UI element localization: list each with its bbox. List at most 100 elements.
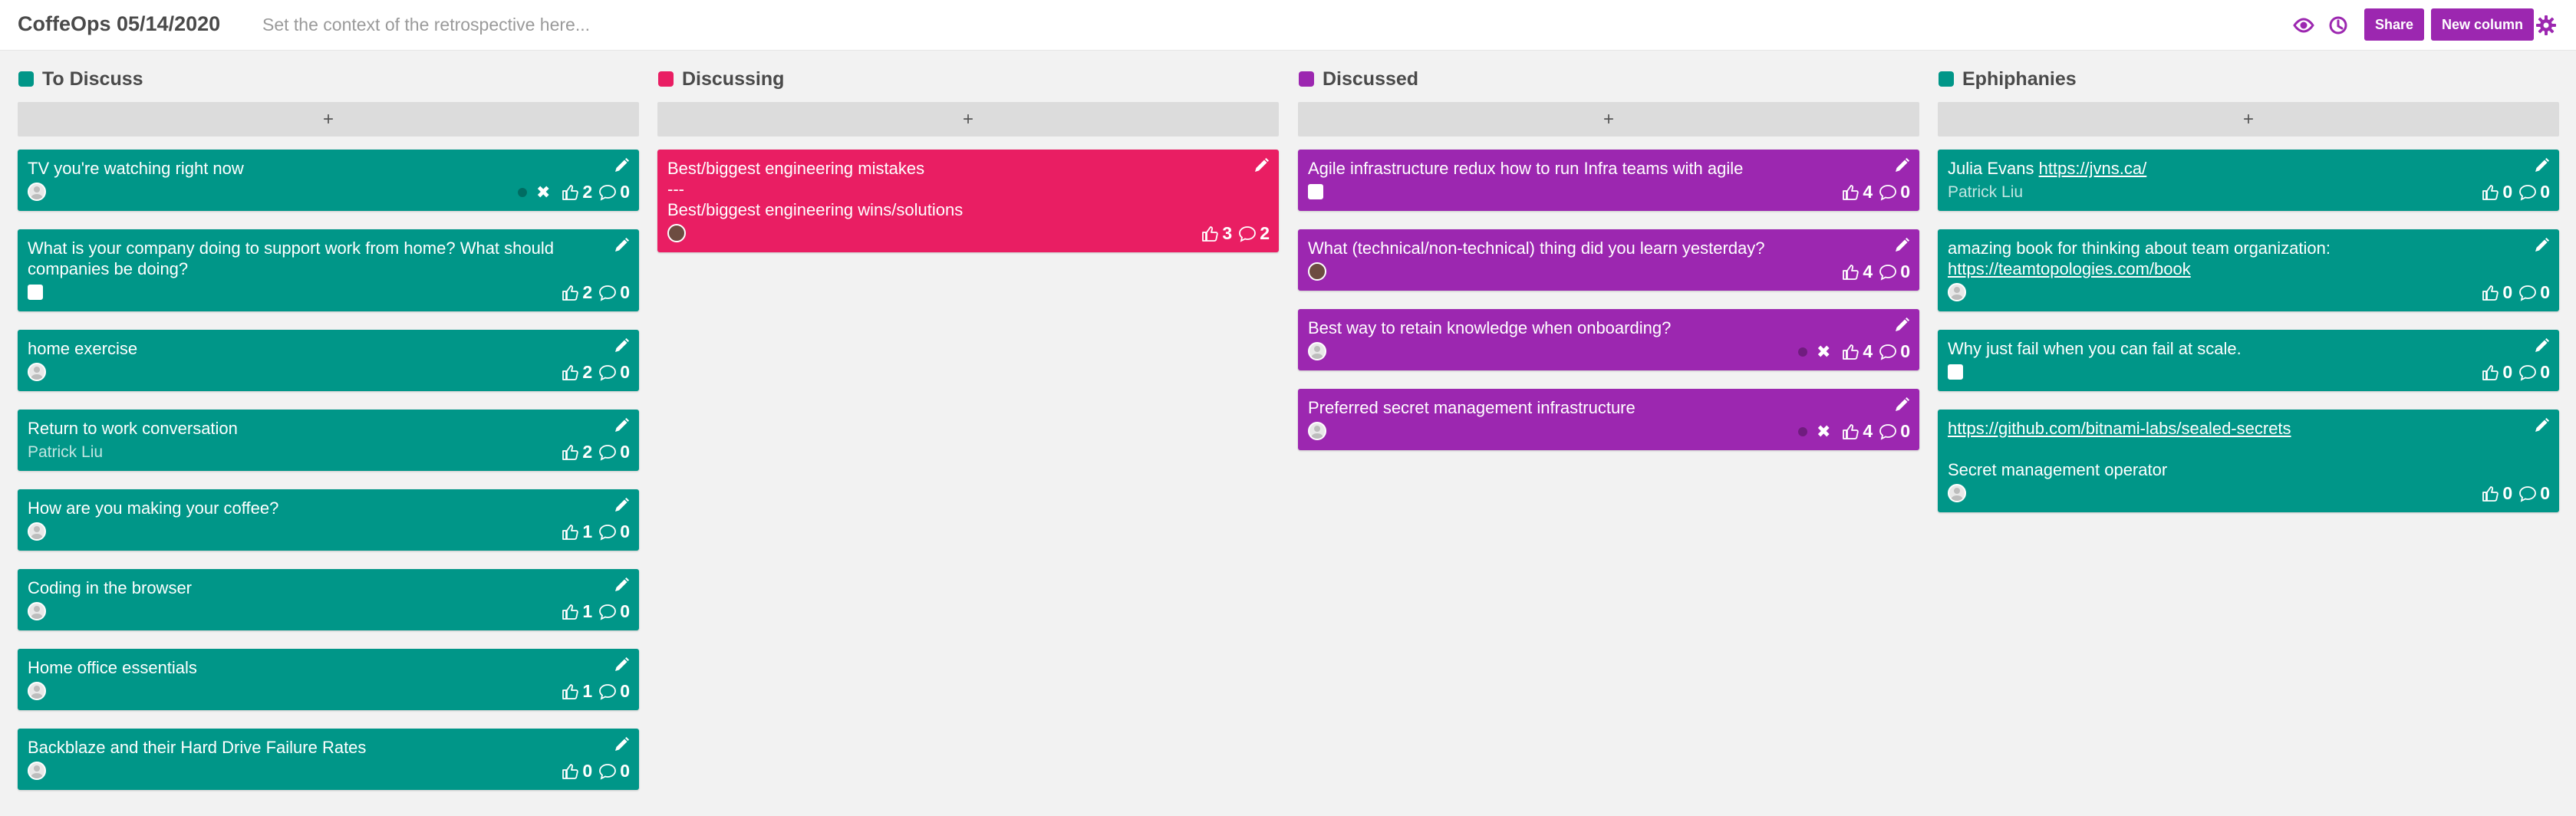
pencil-icon[interactable] bbox=[613, 337, 630, 354]
card-link[interactable]: https://github.com/bitnami-labs/sealed-s… bbox=[1948, 419, 2291, 438]
card-text-content: Why just fail when you can fail at scale… bbox=[1948, 339, 2242, 358]
thumbs-up-icon[interactable] bbox=[1841, 263, 1860, 281]
comment-icon[interactable] bbox=[2518, 485, 2537, 503]
card[interactable]: amazing book for thinking about team org… bbox=[1938, 229, 2559, 311]
pencil-icon[interactable] bbox=[1253, 157, 1270, 174]
thumbs-up-icon[interactable] bbox=[2481, 183, 2499, 202]
eye-icon[interactable] bbox=[2291, 12, 2317, 38]
card[interactable]: Home office essentials 1 0 bbox=[18, 649, 639, 710]
comment-icon[interactable] bbox=[598, 364, 617, 382]
new-column-button[interactable]: New column bbox=[2431, 8, 2535, 41]
comment-icon[interactable] bbox=[2518, 183, 2537, 202]
comment-count: 0 bbox=[620, 761, 630, 781]
history-icon[interactable] bbox=[2325, 12, 2351, 38]
thumbs-up-icon[interactable] bbox=[561, 284, 579, 302]
card[interactable]: Coding in the browser 1 0 bbox=[18, 569, 639, 630]
pencil-icon[interactable] bbox=[1893, 317, 1910, 334]
thumbs-up-icon[interactable] bbox=[561, 603, 579, 621]
thumbs-up-icon[interactable] bbox=[561, 183, 579, 202]
card[interactable]: Why just fail when you can fail at scale… bbox=[1938, 330, 2559, 391]
pencil-icon[interactable] bbox=[613, 577, 630, 594]
thumbs-up-icon[interactable] bbox=[561, 364, 579, 382]
pencil-icon[interactable] bbox=[1893, 237, 1910, 254]
card[interactable]: What (technical/non-technical) thing did… bbox=[1298, 229, 1919, 291]
close-icon[interactable]: ✖ bbox=[1817, 422, 1830, 442]
close-icon[interactable]: ✖ bbox=[536, 183, 550, 202]
comment-count: 0 bbox=[2540, 362, 2550, 382]
comment-icon[interactable] bbox=[2518, 364, 2537, 382]
card-link[interactable]: https://jvns.ca/ bbox=[2039, 159, 2147, 178]
comment-icon[interactable] bbox=[598, 762, 617, 781]
pencil-icon[interactable] bbox=[613, 417, 630, 434]
comment-icon[interactable] bbox=[598, 603, 617, 621]
card[interactable]: TV you're watching right now ✖ 2 0 bbox=[18, 150, 639, 211]
pencil-icon[interactable] bbox=[1893, 396, 1910, 413]
card-footer: Patrick Liu 2 0 bbox=[28, 440, 630, 463]
avatar-icon bbox=[28, 183, 46, 201]
thumbs-up-icon[interactable] bbox=[1841, 343, 1860, 361]
pencil-icon[interactable] bbox=[2533, 417, 2550, 434]
comment-icon[interactable] bbox=[1879, 343, 1897, 361]
add-card-button[interactable]: + bbox=[1938, 102, 2559, 137]
comment-icon[interactable] bbox=[1879, 263, 1897, 281]
pencil-icon[interactable] bbox=[613, 157, 630, 174]
comment-icon[interactable] bbox=[598, 284, 617, 302]
avatar-icon bbox=[1308, 422, 1326, 440]
context-input[interactable] bbox=[262, 11, 953, 38]
card[interactable]: Best/biggest engineering mistakes --- Be… bbox=[657, 150, 1279, 252]
add-card-button[interactable]: + bbox=[657, 102, 1279, 137]
card[interactable]: What is your company doing to support wo… bbox=[18, 229, 639, 311]
card-meta: 40 bbox=[1838, 262, 1910, 282]
gear-icon[interactable] bbox=[2533, 12, 2559, 38]
close-icon[interactable]: ✖ bbox=[1817, 342, 1830, 362]
card-text-content: TV you're watching right now bbox=[28, 159, 244, 178]
comment-icon[interactable] bbox=[2518, 284, 2537, 302]
card-text: Julia Evans https://jvns.ca/ bbox=[1948, 158, 2525, 179]
thumbs-up-icon[interactable] bbox=[2481, 364, 2499, 382]
card[interactable]: Backblaze and their Hard Drive Failure R… bbox=[18, 729, 639, 790]
thumbs-up-icon[interactable] bbox=[1841, 423, 1860, 441]
pencil-icon[interactable] bbox=[613, 656, 630, 673]
thumbs-up-icon[interactable] bbox=[561, 523, 579, 541]
comment-icon[interactable] bbox=[1879, 423, 1897, 441]
comment-icon[interactable] bbox=[1879, 183, 1897, 202]
card-text-content: amazing book for thinking about team org… bbox=[1948, 239, 2331, 258]
card-link[interactable]: https://teamtopologies.com/book bbox=[1948, 259, 2191, 278]
pencil-icon[interactable] bbox=[2533, 157, 2550, 174]
pencil-icon[interactable] bbox=[613, 736, 630, 753]
card-text-content: Return to work conversation bbox=[28, 419, 238, 438]
avatar-icon bbox=[667, 224, 686, 242]
comment-icon[interactable] bbox=[1238, 225, 1257, 243]
pencil-icon[interactable] bbox=[2533, 337, 2550, 354]
add-card-button[interactable]: + bbox=[18, 102, 639, 137]
pencil-icon[interactable] bbox=[2533, 237, 2550, 254]
card[interactable]: Preferred secret management infrastructu… bbox=[1298, 389, 1919, 450]
thumbs-up-icon[interactable] bbox=[2481, 485, 2499, 503]
share-button[interactable]: Share bbox=[2364, 8, 2425, 41]
add-card-button[interactable]: + bbox=[1298, 102, 1919, 137]
thumbs-up-icon[interactable] bbox=[1201, 225, 1219, 243]
card[interactable]: Return to work conversation Patrick Liu 2 0 bbox=[18, 410, 639, 471]
thumbs-up-icon[interactable] bbox=[2481, 284, 2499, 302]
thumbs-up-icon[interactable] bbox=[561, 443, 579, 462]
comment-icon[interactable] bbox=[598, 443, 617, 462]
card[interactable]: Julia Evans https://jvns.ca/Patrick Liu 0… bbox=[1938, 150, 2559, 211]
thumbs-up-icon[interactable] bbox=[1841, 183, 1860, 202]
card[interactable]: home exercise 2 0 bbox=[18, 330, 639, 391]
card[interactable]: https://github.com/bitnami-labs/sealed-s… bbox=[1938, 410, 2559, 512]
thumbs-up-icon[interactable] bbox=[561, 683, 579, 701]
thumbs-up-icon[interactable] bbox=[561, 762, 579, 781]
card[interactable]: Best way to retain knowledge when onboar… bbox=[1298, 309, 1919, 370]
card-footer: 00 bbox=[1948, 482, 2550, 505]
pencil-icon[interactable] bbox=[613, 237, 630, 254]
card[interactable]: How are you making your coffee? 1 0 bbox=[18, 489, 639, 551]
comment-icon[interactable] bbox=[598, 523, 617, 541]
pencil-icon[interactable] bbox=[613, 497, 630, 514]
pencil-icon[interactable] bbox=[1893, 157, 1910, 174]
card-text: Agile infrastructure redux how to run In… bbox=[1308, 158, 1886, 179]
card-text-content: How are you making your coffee? bbox=[28, 498, 279, 518]
comment-icon[interactable] bbox=[598, 683, 617, 701]
card[interactable]: Agile infrastructure redux how to run In… bbox=[1298, 150, 1919, 211]
card-text: What is your company doing to support wo… bbox=[28, 238, 605, 279]
comment-icon[interactable] bbox=[598, 183, 617, 202]
